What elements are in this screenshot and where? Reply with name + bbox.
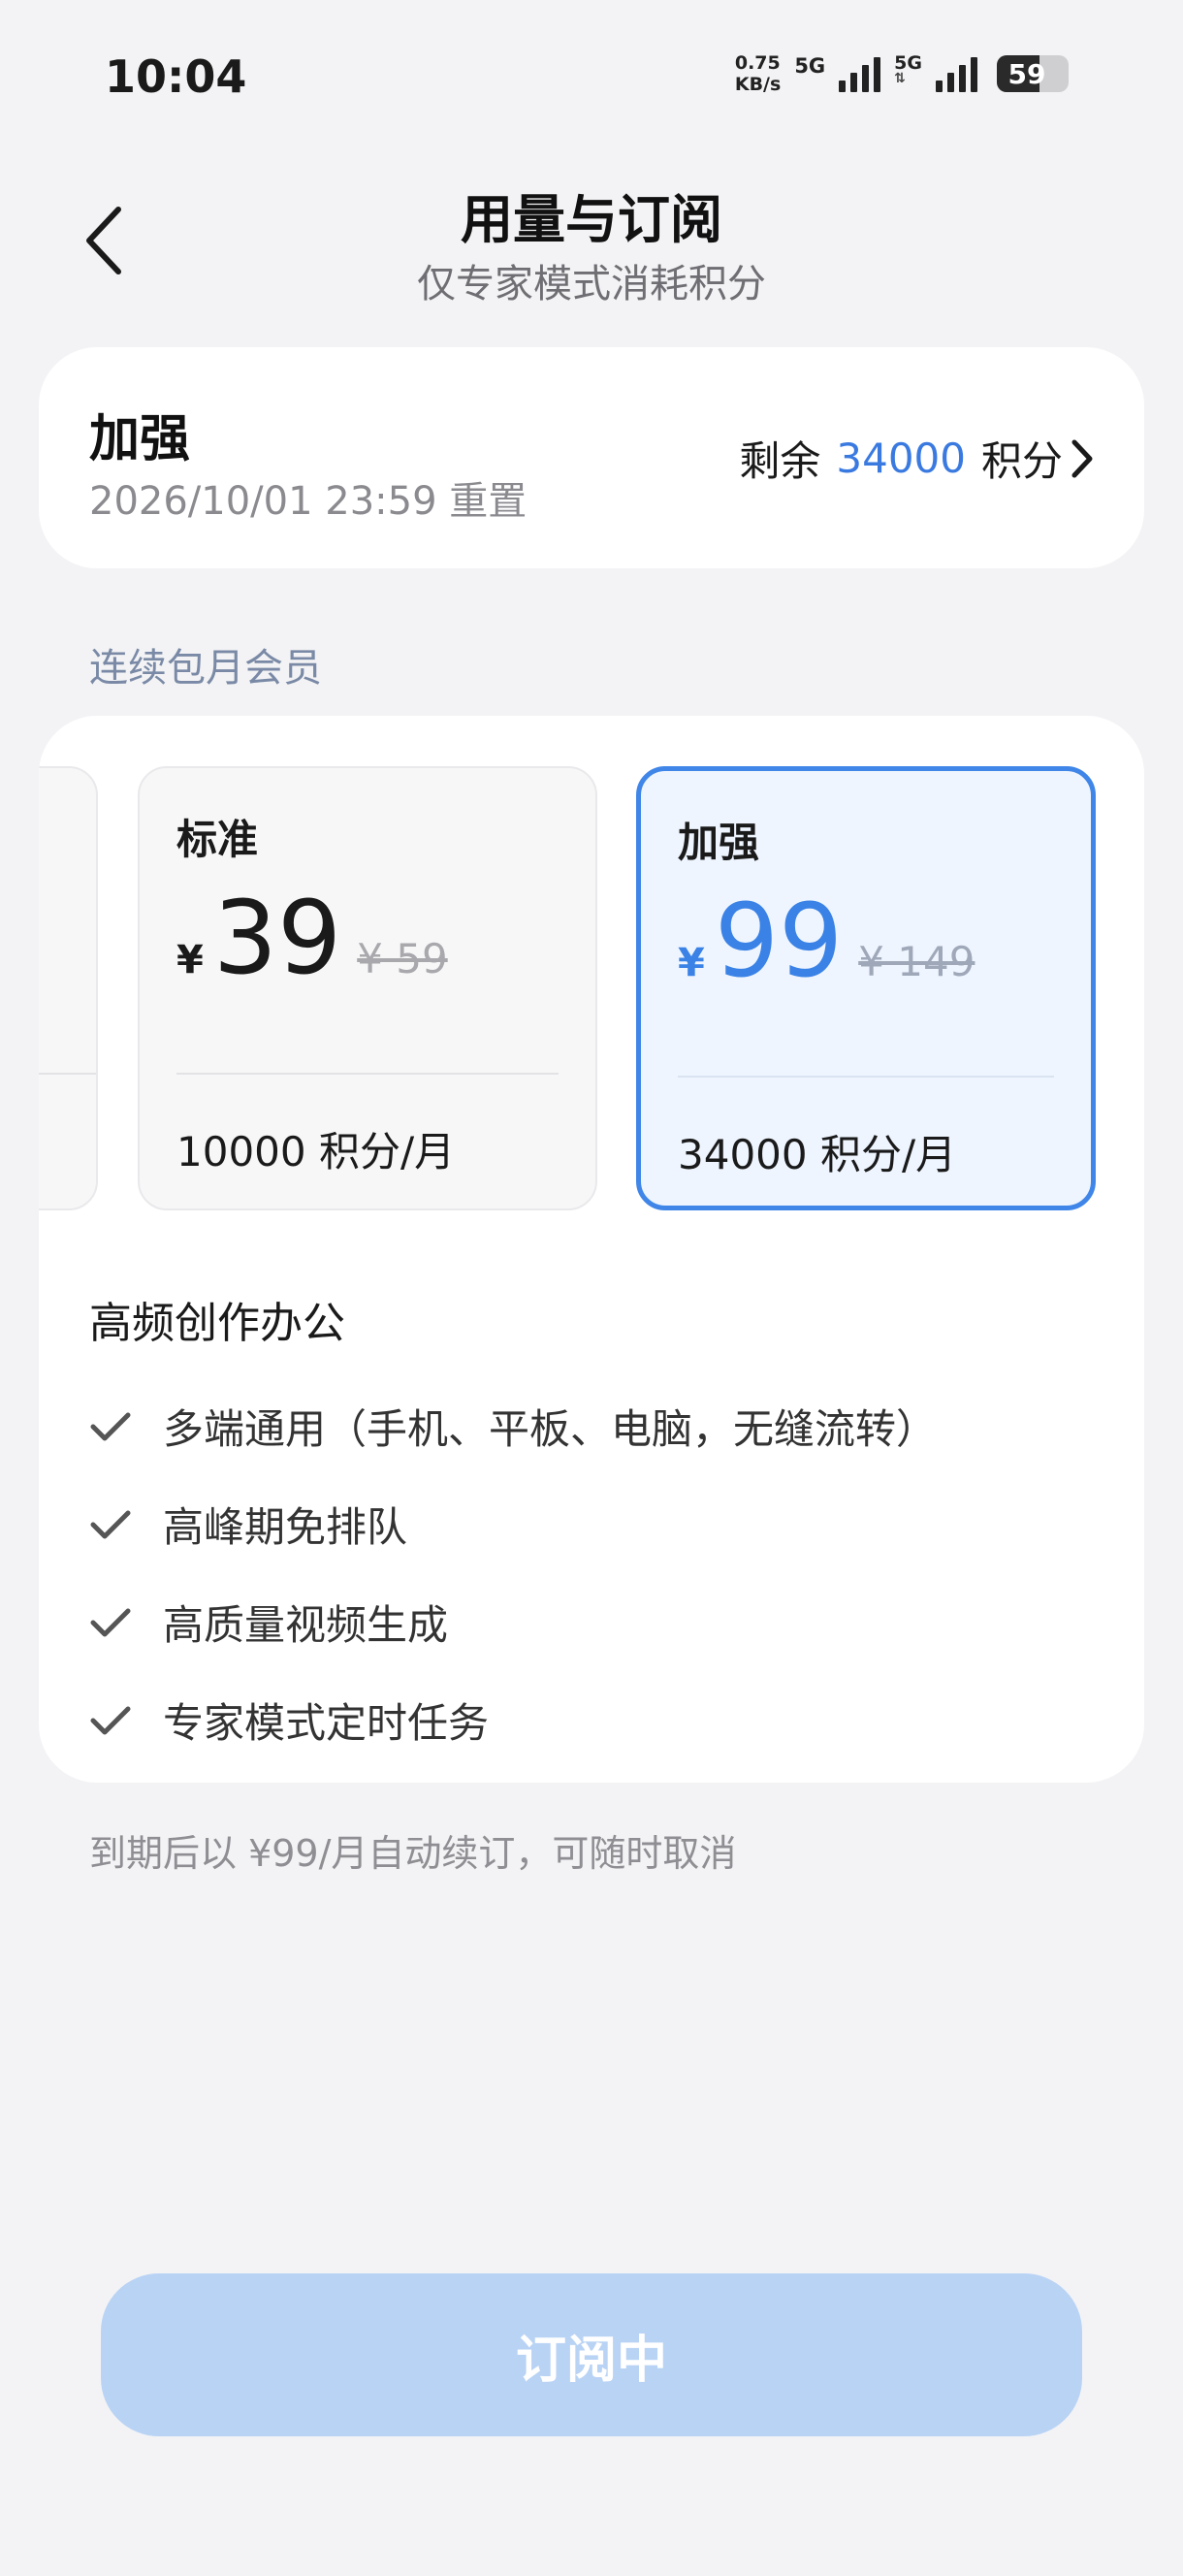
remaining-credits: 剩余 34000 积分 xyxy=(739,435,1063,485)
tier-card-standard[interactable]: 标准 ¥ 39 ¥ 59 10000 积分/月 xyxy=(138,766,597,1210)
status-indicators: 0.75 KB/s 5G 5G ⇅ 59 xyxy=(735,52,1069,95)
tier-card-partial[interactable] xyxy=(39,766,98,1210)
tier-card-premium[interactable]: 加强 ¥ 99 ¥ 149 34000 积分/月 xyxy=(636,766,1096,1210)
tier-divider xyxy=(678,1076,1054,1078)
check-icon xyxy=(90,1412,131,1440)
tier-divider xyxy=(39,1073,96,1075)
tier-name: 标准 xyxy=(176,816,259,863)
status-time: 10:04 xyxy=(105,50,247,103)
data-arrows-icon: ⇅ xyxy=(894,71,906,86)
status-bar: 10:04 0.75 KB/s 5G 5G ⇅ 59 xyxy=(0,0,1183,155)
check-icon xyxy=(90,1706,131,1734)
feature-item: 专家模式定时任务 xyxy=(89,1671,937,1769)
page-subtitle: 仅专家模式消耗积分 xyxy=(417,262,766,306)
feature-list: 多端通用（手机、平板、电脑，无缝流转） 高峰期免排队 高质量视频生成 专家模式定… xyxy=(89,1377,937,1769)
battery-icon: 59 xyxy=(997,55,1069,92)
chevron-right-icon xyxy=(1071,439,1093,478)
original-price: ¥ 59 xyxy=(357,935,448,982)
network-speed: 0.75 KB/s xyxy=(734,52,782,95)
subscription-card: 标准 ¥ 39 ¥ 59 10000 积分/月 加强 ¥ 99 ¥ 149 34… xyxy=(39,716,1144,1783)
tier-name: 加强 xyxy=(678,819,760,866)
plan-reset-info: 2026/10/01 23:59 重置 xyxy=(89,479,528,524)
check-icon xyxy=(90,1510,131,1538)
tier-divider xyxy=(176,1073,559,1075)
tier-credits: 34000 积分/月 xyxy=(678,1131,957,1178)
tier-credits: 10000 积分/月 xyxy=(176,1128,456,1175)
check-icon xyxy=(90,1608,131,1636)
original-price: ¥ 149 xyxy=(858,938,975,985)
feature-item: 多端通用（手机、平板、电脑，无缝流转） xyxy=(89,1377,937,1475)
current-plan-card[interactable]: 加强 2026/10/01 23:59 重置 剩余 34000 积分 xyxy=(39,347,1144,568)
subscribe-button[interactable]: 订阅中 xyxy=(101,2273,1082,2436)
remaining-credits-value: 34000 xyxy=(836,435,966,482)
feature-item: 高峰期免排队 xyxy=(89,1475,937,1573)
current-plan-name: 加强 xyxy=(89,410,191,468)
feature-title: 高频创作办公 xyxy=(89,1299,345,1348)
signal-icon xyxy=(839,55,881,92)
tier-price: ¥ 39 ¥ 59 xyxy=(176,879,448,997)
section-label: 连续包月会员 xyxy=(89,646,322,691)
feature-item: 高质量视频生成 xyxy=(89,1573,937,1671)
tier-price: ¥ 99 ¥ 149 xyxy=(678,882,975,1000)
auto-renew-note: 到期后以 ¥99/月自动续订，可随时取消 xyxy=(89,1832,737,1875)
signal-icon-2 xyxy=(936,55,977,92)
network-type-1: 5G xyxy=(794,54,826,78)
network-type-2: 5G ⇅ xyxy=(894,52,922,86)
page-title: 用量与订阅 xyxy=(461,189,722,250)
